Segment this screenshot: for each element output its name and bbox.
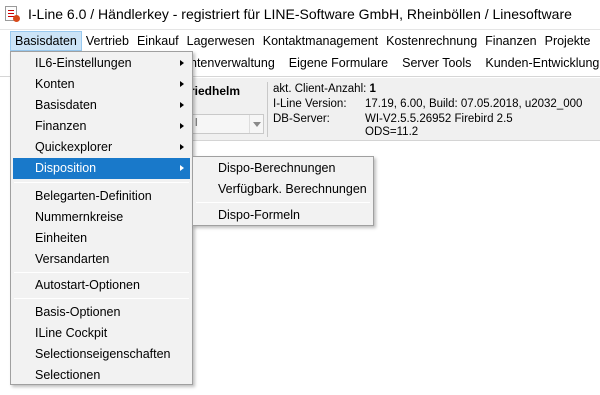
window-title: I-Line 6.0 / Händlerkey - registriert fü… xyxy=(28,5,572,22)
version-label: I-Line Version: xyxy=(273,98,347,110)
menu-basisdaten[interactable]: Basisdaten xyxy=(10,30,82,51)
dropdown-item-selectionen[interactable]: Selectionen xyxy=(13,365,190,386)
dropdown-item-finanzen[interactable]: Finanzen xyxy=(13,116,190,137)
dropdown-item-label: IL6-Einstellungen xyxy=(35,56,132,70)
dropdown-item-basis-optionen[interactable]: Basis-Optionen xyxy=(13,302,190,323)
disposition-submenu: Dispo-Berechnungen Verfügbark. Berechnun… xyxy=(192,156,374,226)
panel-divider xyxy=(267,82,268,137)
client-count-label: akt. Client-Anzahl: xyxy=(273,83,367,95)
db-server-value: WI-V2.5.5.26952 Firebird 2.5 xyxy=(365,113,513,125)
client-count-row: akt. Client-Anzahl: 1 xyxy=(273,83,376,95)
dropdown-item-konten[interactable]: Konten xyxy=(13,74,190,95)
ods-value: ODS=11.2 xyxy=(365,126,419,138)
menu-vertrieb[interactable]: Vertrieb xyxy=(82,31,133,51)
submenu-item-dispo-formeln[interactable]: Dispo-Formeln xyxy=(195,205,371,226)
menu-separator xyxy=(14,272,189,273)
menu-server-tools[interactable]: Server Tools xyxy=(402,56,471,70)
submenu-arrow-icon xyxy=(180,81,184,87)
dropdown-item-belegarten-definition[interactable]: Belegarten-Definition xyxy=(13,186,190,207)
menu-separator xyxy=(14,298,189,299)
client-count-value: 1 xyxy=(369,83,376,95)
dropdown-item-il6-einstellungen[interactable]: IL6-Einstellungen xyxy=(13,53,190,74)
dropdown-item-einheiten[interactable]: Einheiten xyxy=(13,228,190,249)
user-combo[interactable]: l xyxy=(190,114,264,134)
menu-kontaktmanagement[interactable]: Kontaktmanagement xyxy=(259,31,382,51)
db-server-label: DB-Server: xyxy=(273,113,330,125)
submenu-arrow-icon xyxy=(180,102,184,108)
dropdown-item-label: Disposition xyxy=(35,161,97,175)
version-value: 17.19, 6.00, Build: 07.05.2018, u2032_00… xyxy=(365,98,583,110)
title-bar: I-Line 6.0 / Händlerkey - registriert fü… xyxy=(0,0,600,27)
menu-bar: Basisdaten Vertrieb Einkauf Lagerwesen K… xyxy=(0,29,600,51)
menu-separator xyxy=(14,182,189,183)
menu-lagerwesen[interactable]: Lagerwesen xyxy=(183,31,259,51)
dropdown-item-selectionseigenschaften[interactable]: Selectionseigenschaften xyxy=(13,344,190,365)
dropdown-item-quickexplorer[interactable]: Quickexplorer xyxy=(13,137,190,158)
dropdown-item-nummernkreise[interactable]: Nummernkreise xyxy=(13,207,190,228)
menu-kontenverwaltung[interactable]: ntenverwaltung xyxy=(190,56,275,70)
dropdown-item-versandarten[interactable]: Versandarten xyxy=(13,249,190,270)
submenu-item-verfuegbark-berechnungen[interactable]: Verfügbark. Berechnungen xyxy=(195,179,371,200)
user-name: riedhelm xyxy=(190,84,241,98)
menu-einkauf[interactable]: Einkauf xyxy=(133,31,183,51)
menu-kostenrechnung[interactable]: Kostenrechnung xyxy=(382,31,481,51)
dropdown-item-iline-cockpit[interactable]: ILine Cockpit xyxy=(13,323,190,344)
menu-separator xyxy=(196,202,370,203)
dropdown-item-basisdaten[interactable]: Basisdaten xyxy=(13,95,190,116)
dropdown-item-autostart-optionen[interactable]: Autostart-Optionen xyxy=(13,275,190,296)
submenu-arrow-icon xyxy=(180,60,184,66)
menu-projekte[interactable]: Projekte xyxy=(541,31,595,51)
dropdown-item-label: Basisdaten xyxy=(35,98,97,112)
submenu-arrow-icon xyxy=(180,144,184,150)
basisdaten-dropdown: IL6-Einstellungen Konten Basisdaten Fina… xyxy=(10,51,193,385)
submenu-arrow-icon xyxy=(180,123,184,129)
app-icon xyxy=(4,5,20,22)
dropdown-item-label: Konten xyxy=(35,77,75,91)
menu-kunden-entwicklung[interactable]: Kunden-Entwicklung xyxy=(485,56,599,70)
secondary-menu-row: ntenverwaltung Eigene Formulare Server T… xyxy=(190,52,600,74)
chevron-down-icon[interactable] xyxy=(249,115,263,133)
dropdown-item-label: Finanzen xyxy=(35,119,87,133)
menu-finanzen[interactable]: Finanzen xyxy=(481,31,540,51)
info-panel: riedhelm l akt. Client-Anzahl: 1 I-Line … xyxy=(190,78,600,141)
submenu-arrow-icon xyxy=(180,165,184,171)
combo-value: l xyxy=(195,117,198,129)
submenu-item-dispo-berechnungen[interactable]: Dispo-Berechnungen xyxy=(195,158,371,179)
dropdown-item-disposition[interactable]: Disposition xyxy=(13,158,190,179)
menu-eigene-formulare[interactable]: Eigene Formulare xyxy=(289,56,388,70)
dropdown-item-label: Quickexplorer xyxy=(35,140,113,154)
